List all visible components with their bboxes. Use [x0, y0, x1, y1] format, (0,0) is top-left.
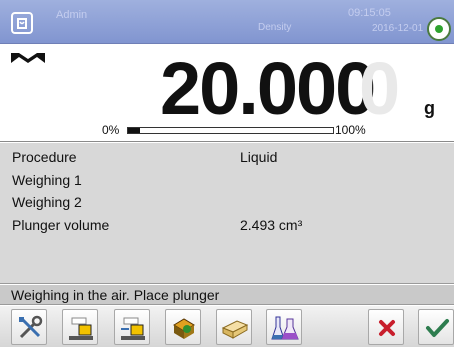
- procedure-label: Procedure: [12, 149, 77, 165]
- header-bar: Admin Density 09:15:05 2016-12-01: [0, 0, 454, 44]
- procedure-value: Liquid: [240, 149, 278, 165]
- user-name: Admin: [56, 9, 88, 21]
- weight-value: 20.000: [160, 47, 376, 130]
- load-bargraph-fill: [128, 128, 141, 133]
- mode-name: Density: [258, 22, 292, 33]
- cancel-icon: [379, 320, 395, 336]
- menu-button[interactable]: [11, 12, 33, 34]
- print-button[interactable]: [165, 309, 201, 345]
- accept-icon: [426, 319, 449, 337]
- plunger-volume-label: Plunger volume: [12, 217, 110, 233]
- tools-icon: [19, 315, 43, 339]
- weight-last-digit: 0: [359, 47, 401, 130]
- weigh-in-liquid-icon: [121, 317, 145, 340]
- weighing-in-air-button[interactable]: [62, 309, 98, 345]
- liquid-density-button[interactable]: [266, 309, 302, 345]
- accept-button[interactable]: [418, 309, 454, 345]
- settings-button[interactable]: [11, 309, 47, 345]
- cancel-button[interactable]: [368, 309, 404, 345]
- weigh-in-air-icon: [69, 317, 93, 340]
- weighing-in-liquid-button[interactable]: [114, 309, 150, 345]
- stability-marker-icon: [11, 53, 45, 63]
- bargraph-min-label: 0%: [102, 123, 120, 137]
- info-panel: Procedure Liquid Weighing 1 Weighing 2 P…: [0, 143, 454, 284]
- weight-unit[interactable]: g: [424, 98, 435, 119]
- weighing1-label: Weighing 1: [12, 172, 82, 188]
- plunger-icon: [221, 320, 249, 339]
- plunger-button[interactable]: [216, 309, 252, 345]
- load-bargraph: [127, 127, 334, 134]
- plunger-volume-value: 2.493 cm³: [240, 217, 303, 233]
- weighing2-label: Weighing 2: [12, 194, 82, 210]
- clock-time: 09:15:05: [348, 7, 391, 19]
- menu-icon: [17, 18, 27, 29]
- weight-display: 20.000 0 g 0% 100%: [0, 45, 454, 142]
- liquid-density-icon: [271, 316, 299, 340]
- print-icon: [173, 318, 195, 339]
- clock-date: 2016-12-01: [372, 23, 424, 34]
- level-indicator-icon: [427, 17, 451, 41]
- bargraph-max-label: 100%: [335, 123, 366, 137]
- message-text: Weighing in the air. Place plunger: [11, 287, 220, 303]
- message-bar: Weighing in the air. Place plunger: [0, 285, 454, 305]
- bottom-toolbar: [0, 306, 454, 347]
